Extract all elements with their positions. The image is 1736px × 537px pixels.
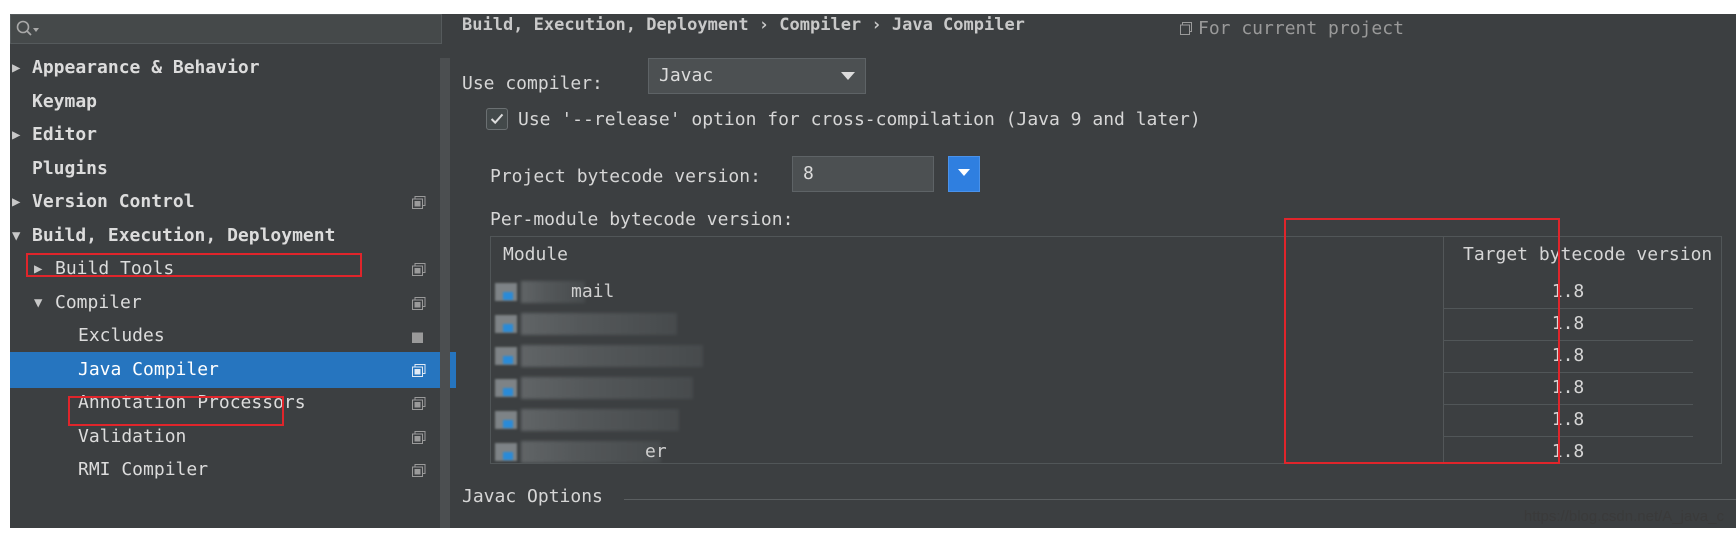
sidebar-item-editor[interactable]: ▶ Editor xyxy=(10,117,456,153)
sidebar-item-validation[interactable]: Validation xyxy=(10,419,456,455)
target-version-cell[interactable]: 1.8 xyxy=(1443,275,1693,309)
sidebar-item-label: Appearance & Behavior xyxy=(32,57,260,78)
sidebar-item-keymap[interactable]: Keymap xyxy=(10,84,456,120)
table-row[interactable]: mail 1.8 xyxy=(491,275,1721,309)
module-folder-icon xyxy=(495,443,517,461)
table-row[interactable]: 1.8 xyxy=(491,307,1721,341)
sidebar-item-label: Java Compiler xyxy=(78,359,219,380)
sidebar-item-label: RMI Compiler xyxy=(78,459,209,480)
module-name-partial: er xyxy=(645,441,667,462)
search-icon xyxy=(16,20,39,36)
project-bytecode-select[interactable]: 8 xyxy=(792,156,934,192)
settings-sidebar: ▶ Appearance & Behavior Keymap ▶ Editor … xyxy=(10,14,456,528)
sidebar-item-rmi-compiler[interactable]: RMI Compiler xyxy=(10,452,456,488)
expand-arrow-icon[interactable]: ▶ xyxy=(12,117,28,153)
project-scope-icon xyxy=(412,431,426,444)
target-version-cell[interactable]: 1.8 xyxy=(1443,403,1693,437)
checkmark-icon xyxy=(490,113,504,125)
module-folder-icon xyxy=(495,379,517,397)
project-scope-icon xyxy=(412,464,426,477)
project-bytecode-label: Project bytecode version: xyxy=(490,166,761,187)
expand-arrow-icon[interactable]: ▶ xyxy=(12,50,28,86)
sidebar-item-excludes[interactable]: Excludes xyxy=(10,318,456,354)
sidebar-item-label: Version Control xyxy=(32,191,195,212)
project-scope-icon xyxy=(412,297,426,310)
release-option-label[interactable]: Use '--release' option for cross-compila… xyxy=(518,108,1201,132)
sidebar-scrollbar[interactable] xyxy=(440,58,450,528)
project-scope-icon xyxy=(412,196,426,209)
redacted-text xyxy=(521,441,661,463)
sidebar-item-version-control[interactable]: ▶ Version Control xyxy=(10,184,456,220)
expand-arrow-icon[interactable]: ▶ xyxy=(12,184,28,220)
sidebar-item-appearance-behavior[interactable]: ▶ Appearance & Behavior xyxy=(10,50,456,86)
table-row[interactable]: 1.8 xyxy=(491,339,1721,373)
redacted-text xyxy=(521,409,679,431)
breadcrumb: Build, Execution, Deployment › Compiler … xyxy=(462,15,1025,35)
sidebar-item-label: Editor xyxy=(32,124,98,145)
project-scope-icon xyxy=(412,263,426,276)
project-bytecode-value: 8 xyxy=(803,163,814,184)
sidebar-item-plugins[interactable]: Plugins xyxy=(10,151,456,187)
scope-note: For current project xyxy=(1180,18,1404,40)
project-scope-icon xyxy=(412,397,426,410)
sidebar-item-label: Keymap xyxy=(32,91,98,112)
scope-note-text: For current project xyxy=(1198,18,1404,39)
redacted-text xyxy=(521,377,693,399)
sidebar-item-label: Validation xyxy=(78,426,187,447)
settings-search-input[interactable] xyxy=(10,14,442,44)
use-compiler-label: Use compiler: xyxy=(462,73,603,94)
module-name-partial: mail xyxy=(571,281,615,302)
collapse-arrow-icon[interactable]: ▼ xyxy=(34,285,50,321)
target-version-cell[interactable]: 1.8 xyxy=(1443,435,1693,463)
sidebar-item-label: Annotation Processors xyxy=(78,392,306,413)
collapse-arrow-icon[interactable]: ▼ xyxy=(12,218,28,254)
project-scope-icon xyxy=(1180,22,1192,35)
sidebar-item-build-execution-deployment[interactable]: ▼ Build, Execution, Deployment xyxy=(10,218,456,254)
project-scope-icon xyxy=(412,364,426,377)
target-version-cell[interactable]: 1.8 xyxy=(1443,307,1693,341)
redacted-text xyxy=(521,313,677,335)
sidebar-item-build-tools[interactable]: ▶ Build Tools xyxy=(10,251,456,287)
chevron-down-icon xyxy=(958,169,970,176)
sidebar-item-compiler[interactable]: ▼ Compiler xyxy=(10,285,456,321)
target-version-cell[interactable]: 1.8 xyxy=(1443,371,1693,405)
project-bytecode-dropdown-button[interactable] xyxy=(948,156,980,192)
per-module-label: Per-module bytecode version: xyxy=(490,209,794,230)
chevron-down-icon xyxy=(841,72,855,80)
table-row[interactable]: 1.8 xyxy=(491,371,1721,405)
sidebar-item-java-compiler[interactable]: Java Compiler xyxy=(10,352,456,388)
use-compiler-value: Javac xyxy=(659,65,714,86)
redacted-text xyxy=(521,345,703,367)
sidebar-item-label: Excludes xyxy=(78,325,165,346)
sidebar-item-label: Build, Execution, Deployment xyxy=(32,225,336,246)
sidebar-item-label: Plugins xyxy=(32,158,108,179)
module-folder-icon xyxy=(495,411,517,429)
sidebar-item-label: Build Tools xyxy=(55,258,175,279)
watermark: https://blog.csdn.net/A_java_c xyxy=(1523,508,1724,525)
sidebar-item-label: Compiler xyxy=(55,292,142,313)
section-separator xyxy=(624,499,1736,500)
table-row[interactable]: er 1.8 xyxy=(491,435,1721,463)
java-compiler-settings-panel: Build, Execution, Deployment › Compiler … xyxy=(458,14,1736,528)
javac-options-section-title: Javac Options xyxy=(462,486,603,507)
column-header-target-bytecode-version[interactable]: Target bytecode version xyxy=(1463,237,1712,275)
project-scope-icon xyxy=(412,332,423,343)
column-header-module[interactable]: Module xyxy=(503,237,568,275)
settings-dialog: ▶ Appearance & Behavior Keymap ▶ Editor … xyxy=(10,14,1736,528)
target-version-cell[interactable]: 1.8 xyxy=(1443,339,1693,373)
expand-arrow-icon[interactable]: ▶ xyxy=(34,251,50,287)
module-folder-icon xyxy=(495,283,517,301)
module-folder-icon xyxy=(495,347,517,365)
use-compiler-select[interactable]: Javac xyxy=(648,58,866,94)
module-bytecode-table: Module Target bytecode version mail 1.8 … xyxy=(490,236,1722,464)
table-row[interactable]: 1.8 xyxy=(491,403,1721,437)
release-option-checkbox[interactable] xyxy=(486,108,508,130)
sidebar-item-annotation-processors[interactable]: Annotation Processors xyxy=(10,385,456,421)
module-folder-icon xyxy=(495,315,517,333)
